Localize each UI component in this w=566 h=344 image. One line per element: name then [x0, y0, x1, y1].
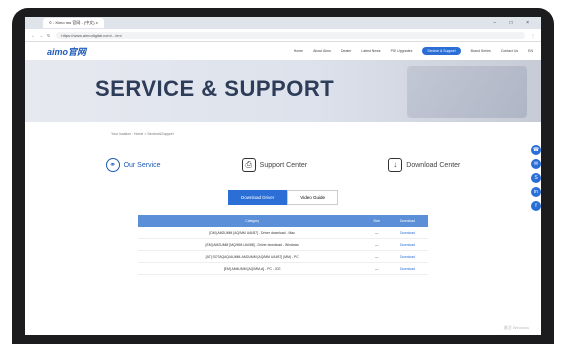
reload-icon[interactable]: ↻	[47, 33, 50, 38]
driver-table: Category Size Download [DM] AM2UMM [AQ/M…	[138, 215, 428, 275]
tab-title: © - Kimo mo 官网 - (中文) x	[49, 20, 98, 25]
url-input[interactable]: https://www.aimodigital.com/.../en/	[56, 31, 525, 39]
row-category: [DM] AM2UMM [AQ/MM UAI/87] - Driver down…	[138, 227, 367, 239]
breadcrumb[interactable]: Your location : Home > Service&Support	[111, 132, 541, 136]
skype-icon[interactable]: S	[531, 173, 541, 183]
col-size: Size	[366, 215, 387, 227]
table-row: [AT] SOTAQAQ/AUMM-AM2UMM [AQ/MM UAI/87] …	[138, 250, 428, 263]
nav-service-support[interactable]: Service & Support	[422, 47, 461, 55]
col-download: Download	[387, 215, 428, 227]
table-header-row: Category Size Download	[138, 215, 428, 227]
back-icon[interactable]: ←	[31, 33, 35, 38]
site-logo[interactable]: aimo官网	[47, 45, 86, 58]
row-download-link[interactable]: Download	[387, 227, 428, 239]
download-icon: ↓	[388, 158, 403, 172]
row-category: [EM] AM4UMM [AQ/MM-A] - PC - ICE	[138, 262, 367, 275]
nav-brand[interactable]: Brand Series	[471, 49, 491, 53]
row-size: —	[366, 227, 387, 239]
download-center-label: Download Center	[406, 161, 461, 169]
windows-activation-watermark: 激活 Windows	[503, 325, 529, 330]
row-size: —	[366, 262, 387, 275]
facebook-icon[interactable]: f	[531, 201, 541, 211]
tab-download-driver[interactable]: Download Driver	[228, 190, 288, 205]
window-controls[interactable]: − □ ×	[493, 20, 535, 26]
headset-icon: ⚭	[105, 158, 120, 172]
our-service-link[interactable]: ⚭ Our Service	[105, 158, 161, 172]
laptop-frame: © - Kimo mo 官网 - (中文) x − □ × ← → ↻ http…	[12, 8, 554, 344]
forward-icon[interactable]: →	[39, 33, 43, 38]
side-social-bar: ☎ ✉ S in f	[531, 145, 541, 211]
row-download-link[interactable]: Download	[387, 238, 428, 251]
row-category: [AT] SOTAQAQ/AUMM-AM2UMM [AQ/MM UAI/87] …	[138, 250, 367, 263]
chat-icon[interactable]: ☎	[531, 145, 541, 155]
banner-title: SERVICE & SUPPORT	[95, 76, 335, 101]
address-row: ← → ↻ https://www.aimodigital.com/.../en…	[25, 29, 541, 42]
tab-video-guide[interactable]: Video Guide	[287, 190, 338, 205]
table-row: [EM] AM2UMM [MQ/MM UAI/88] - Driver down…	[138, 238, 428, 251]
row-size: —	[366, 250, 387, 263]
nav-news[interactable]: Latest News	[361, 49, 380, 53]
download-center-link[interactable]: ↓ Download Center	[388, 158, 460, 172]
site-header: aimo官网 Home About Aimo Dealer Latest New…	[25, 42, 541, 60]
nav-contact[interactable]: Contact Us	[501, 49, 518, 53]
row-download-link[interactable]: Download	[387, 262, 428, 275]
table-row: [DM] AM2UMM [AQ/MM UAI/87] - Driver down…	[138, 227, 428, 239]
nav-language[interactable]: EN	[528, 49, 533, 53]
nav-about[interactable]: About Aimo	[313, 49, 331, 53]
banner-image	[407, 66, 527, 118]
content-toggle: Download Driver Video Guide	[25, 190, 541, 205]
col-category: Category	[138, 215, 367, 227]
wechat-icon[interactable]: ✉	[531, 159, 541, 169]
browser-screen: © - Kimo mo 官网 - (中文) x − □ × ← → ↻ http…	[25, 17, 541, 335]
nav-dealer[interactable]: Dealer	[341, 49, 351, 53]
printer-icon: ⎙	[241, 158, 256, 172]
row-download-link[interactable]: Download	[387, 250, 428, 263]
row-category: [EM] AM2UMM [MQ/MM UAI/88] - Driver down…	[138, 238, 367, 251]
our-service-label: Our Service	[123, 161, 161, 169]
support-center-link[interactable]: ⎙ Support Center	[241, 158, 308, 172]
support-center-label: Support Center	[259, 161, 308, 169]
nav-home[interactable]: Home	[294, 49, 303, 53]
browser-tab[interactable]: © - Kimo mo 官网 - (中文) x	[43, 18, 104, 28]
row-size: —	[366, 238, 387, 251]
main-nav: Home About Aimo Dealer Latest News PSI U…	[284, 47, 533, 55]
settings-icon[interactable]: ⋮	[531, 33, 535, 38]
hero-banner: SERVICE & SUPPORT	[25, 60, 541, 122]
browser-tab-bar: © - Kimo mo 官网 - (中文) x − □ ×	[25, 17, 541, 29]
linkedin-icon[interactable]: in	[531, 187, 541, 197]
table-row: [EM] AM4UMM [AQ/MM-A] - PC - ICE — Downl…	[138, 262, 428, 275]
nav-upgrades[interactable]: PSI Upgrades	[391, 49, 413, 53]
service-links: ⚭ Our Service ⎙ Support Center ↓ Download C…	[65, 158, 501, 172]
